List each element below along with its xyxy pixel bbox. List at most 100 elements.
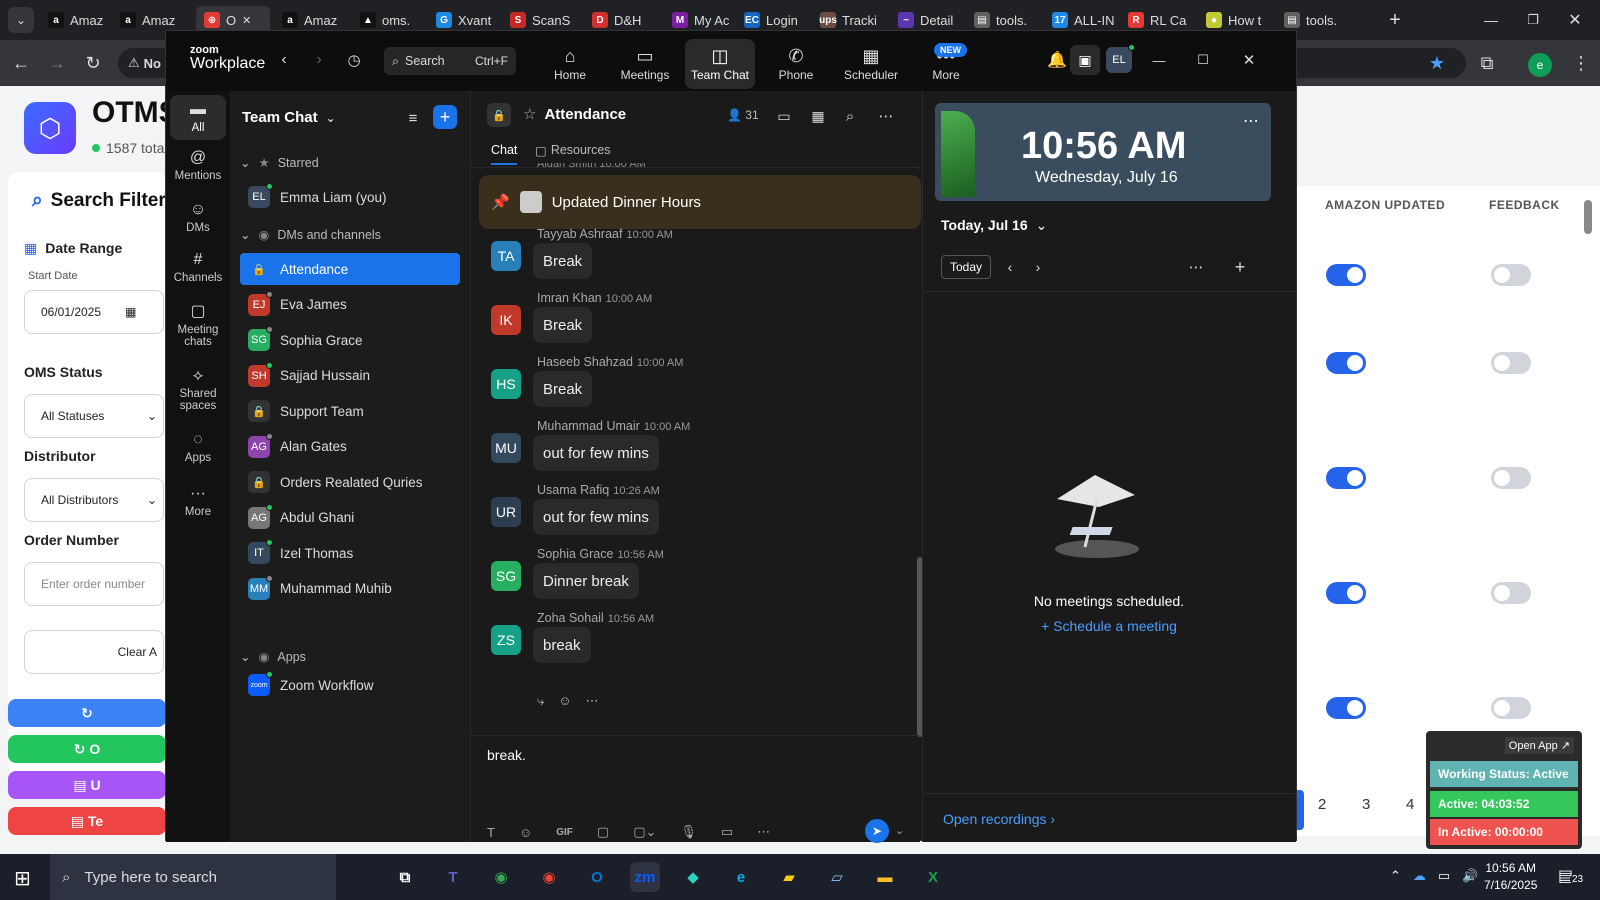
taskbar-app-icon[interactable]: e <box>726 862 756 892</box>
message-avatar[interactable]: SG <box>491 561 521 591</box>
chevron-left-icon[interactable]: ‹ <box>997 254 1023 280</box>
chat-list-item[interactable]: MM Muhammad Muhib <box>240 573 460 605</box>
rail-shared-spaces[interactable]: ⟡ Shared spaces <box>170 367 226 412</box>
rail-dms[interactable]: ☺ DMs <box>170 201 226 234</box>
new-chat-button[interactable]: + <box>433 105 457 129</box>
restore-icon[interactable]: ❐ <box>1520 7 1546 33</box>
nav-team-chat[interactable]: ◫ Team Chat <box>685 39 755 89</box>
oms-status-select[interactable]: All Statuses ⌄ <box>24 394 164 438</box>
chat-list-item[interactable]: 🔒 Support Team <box>240 395 460 427</box>
zoom-search-input[interactable]: ⌕ Search Ctrl+F <box>384 47 516 75</box>
message-bubble[interactable]: break <box>533 627 591 663</box>
page-number-button[interactable]: 4 <box>1406 796 1414 813</box>
notifications-icon[interactable]: ▤ 23 <box>1558 866 1586 886</box>
chevron-up-icon[interactable]: ⌃ <box>1390 868 1401 884</box>
chat-list-item[interactable]: SH Sajjad Hussain <box>240 360 460 392</box>
feedback-toggle[interactable] <box>1491 582 1531 604</box>
taskbar-app-icon[interactable]: ▱ <box>822 862 852 892</box>
video-message-icon[interactable]: ▭ <box>721 824 733 840</box>
file-icon[interactable]: ▢ <box>597 824 609 840</box>
amazon-updated-toggle[interactable] <box>1326 467 1366 489</box>
profile-avatar[interactable]: e <box>1528 53 1552 77</box>
feedback-toggle[interactable] <box>1491 697 1531 719</box>
taskbar-clock[interactable]: 10:56 AM 7/16/2025 <box>1484 860 1537 894</box>
nav-home[interactable]: ⌂ Home <box>535 39 605 89</box>
chat-list-item[interactable]: EJ Eva James <box>240 289 460 321</box>
gift-icon[interactable]: ▣ <box>1070 45 1100 75</box>
message-avatar[interactable]: MU <box>491 433 521 463</box>
starred-section-header[interactable]: ⌄ ★ Starred <box>240 155 319 171</box>
rail-apps[interactable]: ◌ Apps <box>170 431 226 464</box>
dms-section-header[interactable]: ⌄ ◉ DMs and channels <box>240 227 381 243</box>
channel-title[interactable]: ☆ Attendance <box>523 105 626 124</box>
clear-button[interactable]: Clear A <box>24 630 164 674</box>
send-button[interactable]: ➤ <box>865 819 889 843</box>
rail-mentions[interactable]: @ Mentions <box>170 149 226 182</box>
new-tab-icon[interactable]: + <box>1382 7 1408 33</box>
team-chat-dropdown[interactable]: Team Chat ⌄ <box>242 109 336 126</box>
more-icon[interactable]: ⋯ <box>757 824 770 840</box>
add-event-icon[interactable]: + <box>1227 254 1253 280</box>
back-icon[interactable]: ← <box>8 50 34 76</box>
user-avatar[interactable]: EL <box>1106 44 1135 73</box>
message-avatar[interactable]: IK <box>491 305 521 335</box>
date-picker-icon[interactable]: ▦ <box>125 305 136 319</box>
reply-icon[interactable]: ⤷ <box>537 693 544 709</box>
action-button[interactable]: ▤ Te <box>8 807 166 835</box>
taskbar-app-icon[interactable]: ▰ <box>774 862 804 892</box>
tab-chat[interactable]: Chat <box>491 143 518 165</box>
message-bubble[interactable]: out for few mins <box>533 499 659 535</box>
minimize-icon[interactable]: — <box>1478 7 1504 33</box>
feedback-toggle[interactable] <box>1491 467 1531 489</box>
page-number-button[interactable]: 2 <box>1318 796 1326 813</box>
chat-list-item[interactable]: 🔒 Attendance <box>240 253 460 285</box>
more-options-icon[interactable]: ⋯ <box>1183 254 1209 280</box>
taskbar-search-input[interactable]: ⌕ Type here to search <box>50 854 336 900</box>
rail-channels[interactable]: # Channels <box>170 251 226 284</box>
nav-scheduler[interactable]: ▦ Scheduler <box>836 39 906 89</box>
order-number-input[interactable]: Enter order number <box>24 562 164 606</box>
chat-list-item[interactable]: SG Sophia Grace <box>240 324 460 356</box>
filter-icon[interactable]: ≡ <box>400 105 426 131</box>
chat-list-item[interactable]: 🔒 Orders Realated Quries <box>240 466 460 498</box>
message-compose-input[interactable]: break. <box>487 747 526 763</box>
star-outline-icon[interactable]: ☆ <box>523 105 536 123</box>
taskbar-app-icon[interactable]: zm <box>630 862 660 892</box>
calendar-icon[interactable]: ▦ <box>805 103 831 129</box>
nav-phone[interactable]: ✆ Phone <box>761 39 831 89</box>
chat-list-item[interactable]: IT Izel Thomas <box>240 537 460 569</box>
apps-section-header[interactable]: ⌄ ◉ Apps <box>240 649 306 665</box>
chat-list-item[interactable]: zoom Zoom Workflow <box>240 669 460 701</box>
amazon-updated-toggle[interactable] <box>1326 352 1366 374</box>
onedrive-icon[interactable]: ☁ <box>1413 868 1426 884</box>
zoom-forward-icon[interactable]: › <box>306 47 332 73</box>
chat-list-item[interactable]: AG Alan Gates <box>240 431 460 463</box>
gif-icon[interactable]: GIF <box>556 827 573 838</box>
page-scrollbar[interactable] <box>1582 186 1594 836</box>
more-icon[interactable]: ⋯ <box>586 693 599 709</box>
browser-tab[interactable]: a Amaz <box>40 6 112 34</box>
more-options-icon[interactable]: ⋯ <box>873 103 899 129</box>
today-button[interactable]: Today <box>941 255 991 279</box>
rail-all[interactable]: ▬ All <box>170 95 226 140</box>
forward-icon[interactable]: → <box>44 50 70 76</box>
taskbar-app-icon[interactable]: ▬ <box>870 862 900 892</box>
taskbar-app-icon[interactable]: ◉ <box>534 862 564 892</box>
calendar-day-dropdown[interactable]: Today, Jul 16 ⌄ <box>941 217 1047 234</box>
schedule-meeting-link[interactable]: + Schedule a meeting <box>923 618 1295 634</box>
taskbar-app-icon[interactable]: ◉ <box>486 862 516 892</box>
action-button[interactable]: ▤ U <box>8 771 166 799</box>
volume-icon[interactable]: 🔊 <box>1462 868 1478 884</box>
rail-meeting-chats[interactable]: ▢ Meeting chats <box>170 303 226 348</box>
message-bubble[interactable]: Dinner break <box>533 563 639 599</box>
zoom-back-icon[interactable]: ‹ <box>271 47 297 73</box>
action-button[interactable]: ↻ <box>8 699 166 727</box>
action-button[interactable]: ↻ O <box>8 735 166 763</box>
zoom-close-icon[interactable]: ✕ <box>1236 47 1262 73</box>
amazon-updated-toggle[interactable] <box>1326 582 1366 604</box>
feedback-toggle[interactable] <box>1491 352 1531 374</box>
taskbar-app-icon[interactable]: X <box>918 862 948 892</box>
pinned-message[interactable]: 📌 Updated Dinner Hours <box>479 175 921 229</box>
text-format-icon[interactable]: T <box>487 825 495 840</box>
taskbar-app-icon[interactable]: O <box>582 862 612 892</box>
